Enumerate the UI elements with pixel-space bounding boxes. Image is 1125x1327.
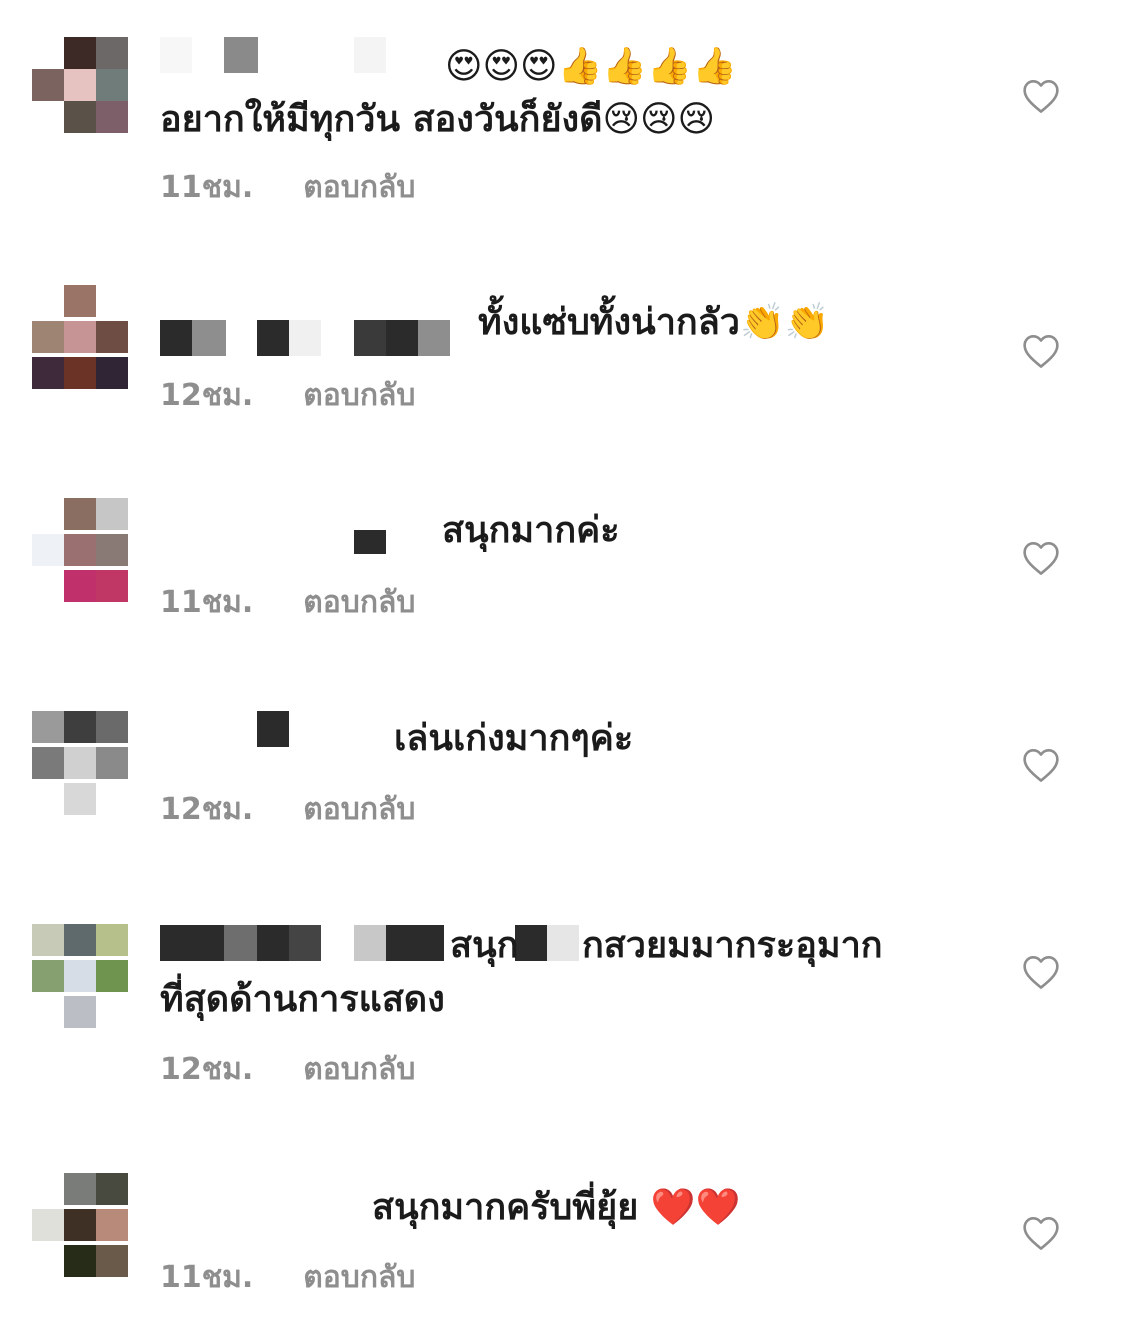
comment-meta: 11ชม. ตอบกลับ: [160, 585, 415, 621]
heart-outline-icon[interactable]: [1021, 747, 1061, 783]
comment-text: กสวยมมากระอุมาก: [582, 925, 883, 966]
comment-time: 12ชม.: [160, 1052, 254, 1087]
reply-button[interactable]: ตอบกลับ: [303, 585, 415, 620]
comment-text: สนุกมากครับพี่ยุ้ย ❤️❤️: [372, 1187, 741, 1228]
comment-text: สนุกมากค่ะ: [442, 510, 620, 551]
comment-text: ทั้งแซ่บทั้งน่ากลัว👏👏: [478, 302, 830, 343]
avatar[interactable]: [32, 498, 129, 602]
comment-text: ที่สุดด้านการแสดง: [160, 979, 445, 1020]
comment-time: 12ชม.: [160, 378, 254, 413]
comment-meta: 12ชม. ตอบกลับ: [160, 792, 415, 828]
comment-text-emoji: 😍😍😍👍👍👍👍: [445, 46, 737, 87]
comment-time: 12ชม.: [160, 792, 254, 827]
comment-time: 11ชม.: [160, 170, 254, 205]
comment-meta: 12ชม. ตอบกลับ: [160, 378, 415, 414]
avatar[interactable]: [32, 711, 129, 815]
heart-outline-icon[interactable]: [1021, 78, 1061, 114]
reply-button[interactable]: ตอบกลับ: [303, 378, 415, 413]
comment-meta: 11ชม. ตอบกลับ: [160, 1260, 415, 1296]
avatar[interactable]: [32, 924, 129, 1028]
comment-meta: 11ชม. ตอบกลับ: [160, 170, 415, 206]
comment-text: เล่นเก่งมากๆค่ะ: [394, 718, 634, 759]
reply-button[interactable]: ตอบกลับ: [303, 792, 415, 827]
comment-time: 11ชม.: [160, 585, 254, 620]
comment-meta: 12ชม. ตอบกลับ: [160, 1052, 415, 1088]
username-redacted[interactable]: [160, 37, 460, 75]
comment-text: อยากให้มีทุกวัน สองวันก็ยังดี😢😢😢: [160, 99, 716, 140]
comment-time: 11ชม.: [160, 1260, 254, 1295]
heart-outline-icon[interactable]: [1021, 1215, 1061, 1251]
reply-button[interactable]: ตอบกลับ: [303, 1260, 415, 1295]
heart-outline-icon[interactable]: [1021, 954, 1061, 990]
username-redacted[interactable]: [160, 530, 460, 568]
username-redacted[interactable]: [160, 320, 460, 358]
comment-text: สนุก: [450, 925, 519, 966]
avatar[interactable]: [32, 1173, 129, 1277]
avatar[interactable]: [32, 37, 129, 134]
reply-button[interactable]: ตอบกลับ: [303, 1052, 415, 1087]
heart-outline-icon[interactable]: [1021, 540, 1061, 576]
avatar[interactable]: [32, 285, 129, 389]
heart-outline-icon[interactable]: [1021, 333, 1061, 369]
reply-button[interactable]: ตอบกลับ: [303, 170, 415, 205]
